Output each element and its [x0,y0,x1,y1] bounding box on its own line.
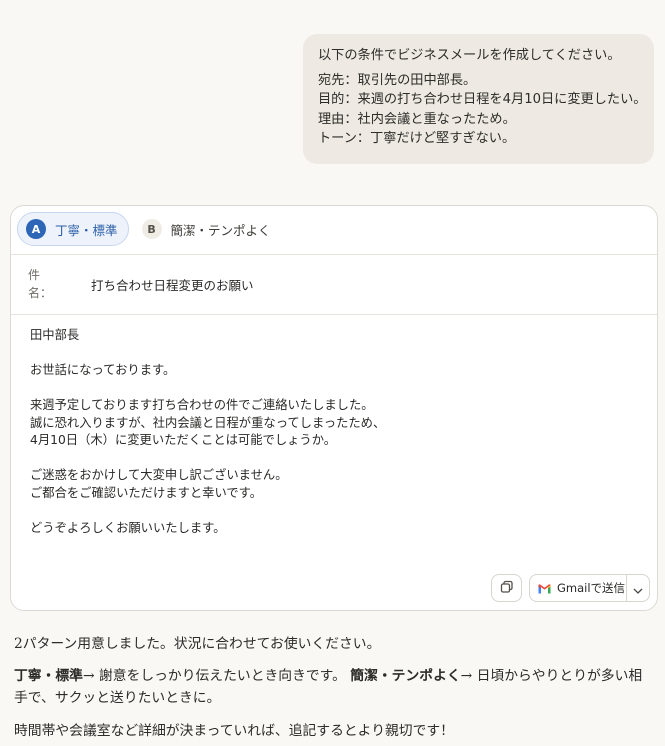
divider [11,314,657,315]
assistant-variant-explanation: 丁寧・標準→ 謝意をしっかり伝えたいとき向きです。 簡潔・テンポよく→ 日頃から… [14,665,644,709]
user-message-line: 宛先：取引先の田中部長。 [318,72,477,88]
variant-tabs: A 丁寧・標準 B 簡潔・テンポよく [17,212,282,248]
tab-variant-b-label: 簡潔・テンポよく [170,222,271,238]
email-draft-card: A 丁寧・標準 B 簡潔・テンポよく 件名： 打ち合わせ日程変更のお願い 田中部… [10,205,658,611]
email-body[interactable]: 田中部長 お世話になっております。 来週予定しております打ち合わせの件でご連絡い… [30,327,385,537]
assistant-tip: 時間帯や会議室など詳細が決まっていれば、追記するとより親切です！ [14,723,454,739]
subject-label: 件名： [28,268,53,300]
user-message-intro: 以下の条件でビジネスメールを作成してください。 [318,48,621,63]
chevron-down-icon [633,579,643,598]
variant-a-name: 丁寧・標準 [14,668,83,684]
tab-variant-b[interactable]: B 簡潔・テンポよく [133,212,282,246]
user-message-line: 目的：来週の打ち合わせ日程を4月10日に変更したい。 [318,92,647,107]
gmail-send-main[interactable]: Gmailで送信 [530,575,626,601]
subject-field[interactable]: 打ち合わせ日程変更のお願い [91,275,254,294]
assistant-summary: 2パターン用意しました。状況に合わせてお使いください。 [14,636,381,652]
user-message-line: 理由：社内会議と重なったため。 [318,111,516,127]
gmail-send-label: Gmailで送信 [557,581,626,595]
user-message-line: トーン：丁寧だけど堅すぎない。 [318,131,516,146]
user-message-bubble: 以下の条件でビジネスメールを作成してください。 宛先：取引先の田中部長。 目的：… [303,34,654,164]
copy-icon [500,579,514,598]
variant-a-description: → 謝意をしっかり伝えたいとき向きです。 [82,668,346,684]
tab-variant-a-label: 丁寧・標準 [55,222,118,238]
variant-b-name: 簡潔・テンポよく [350,668,461,684]
subject-row: 件名： 打ち合わせ日程変更のお願い [11,255,657,314]
send-options-dropdown[interactable] [627,575,649,601]
gmail-send-button[interactable]: Gmailで送信 [529,574,650,602]
gmail-icon [538,579,551,598]
variant-a-badge: A [26,219,46,239]
copy-button[interactable] [491,574,522,602]
variant-b-badge: B [141,219,162,239]
tab-variant-a[interactable]: A 丁寧・標準 [17,212,129,246]
